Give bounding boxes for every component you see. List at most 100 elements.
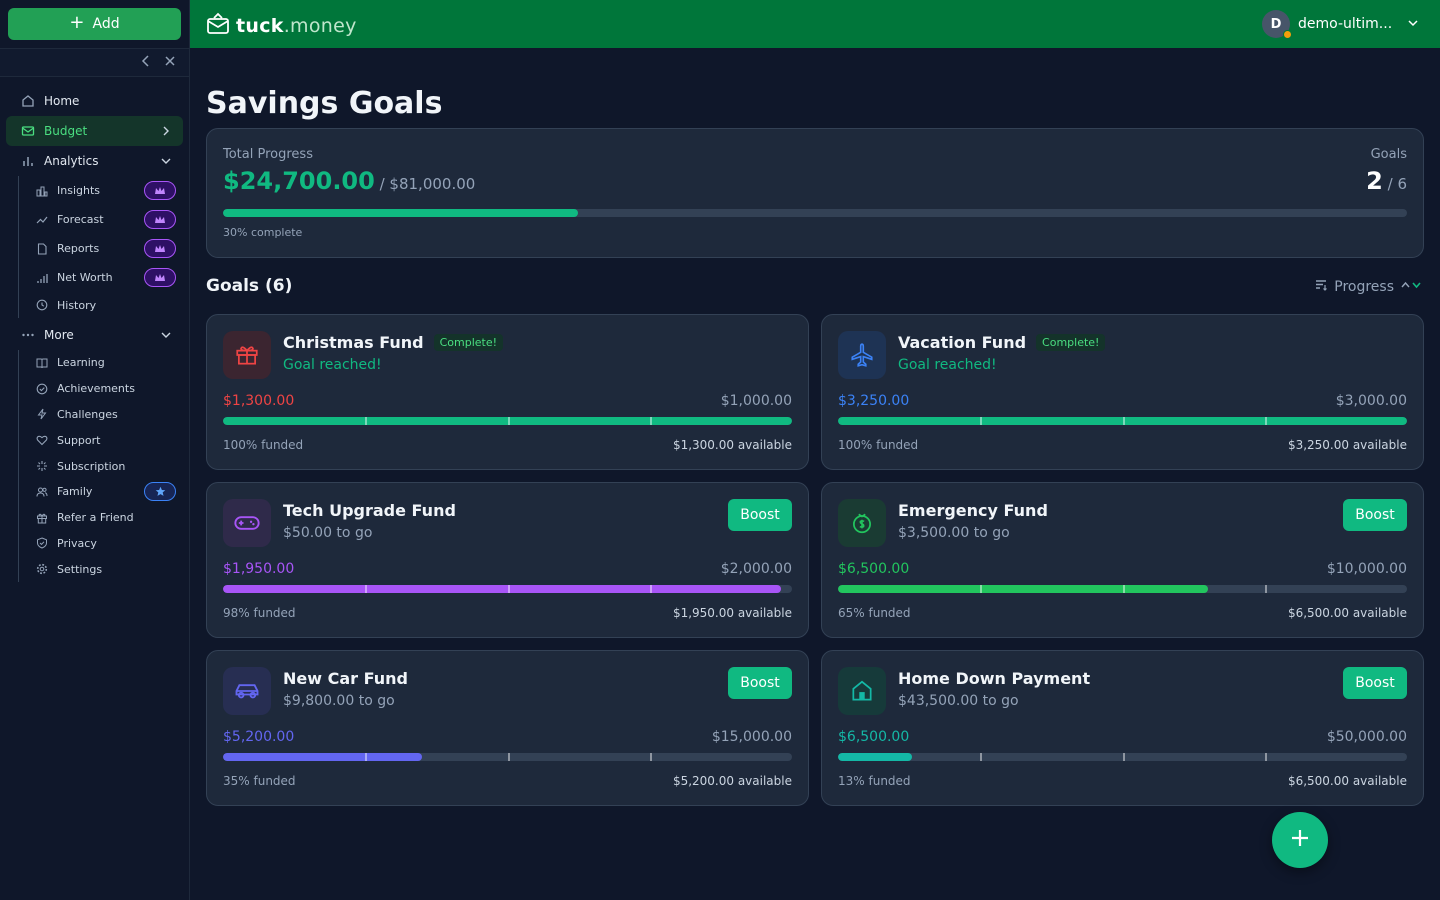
boost-button[interactable]: Boost	[728, 499, 792, 531]
add-button[interactable]: + Add	[8, 8, 181, 40]
envelope-logo-icon	[206, 12, 230, 40]
sidebar-item-net-worth[interactable]: Net Worth	[19, 263, 189, 292]
status-badge: Complete!	[1036, 334, 1106, 351]
sidebar-item-support[interactable]: Support	[19, 427, 189, 453]
sort-dropdown[interactable]: Progress	[1314, 278, 1422, 296]
chevron-down-icon	[159, 328, 173, 342]
sidebar-item-insights[interactable]: Insights	[19, 176, 189, 205]
goal-target-amount: $15,000.00	[711, 729, 792, 745]
close-icon[interactable]	[163, 55, 177, 71]
goal-current-amount: $3,250.00	[838, 393, 910, 409]
logo[interactable]: tuck.money	[206, 12, 357, 40]
total-progress-label: Total Progress	[223, 147, 313, 162]
envelope-icon	[20, 123, 36, 139]
sidebar-item-home[interactable]: Home	[6, 86, 183, 116]
gift-icon	[35, 511, 49, 525]
crown-icon	[144, 268, 176, 287]
sidebar-item-history[interactable]: History	[19, 292, 189, 318]
chevron-down-icon	[159, 154, 173, 168]
crown-icon	[144, 239, 176, 258]
sidebar-item-analytics[interactable]: Analytics	[6, 146, 183, 176]
sidebar-item-reports[interactable]: Reports	[19, 234, 189, 263]
goal-progress-fill	[838, 753, 912, 761]
goal-name-text: Christmas Fund	[283, 333, 424, 352]
progress-milestone-tick	[980, 585, 983, 593]
sidebar-item-forecast[interactable]: Forecast	[19, 205, 189, 234]
goal-current-amount: $1,300.00	[223, 393, 295, 409]
sidebar-item-privacy[interactable]: Privacy	[19, 531, 189, 557]
goal-card[interactable]: Home Down Payment $43,500.00 to go Boost…	[821, 650, 1424, 806]
goal-target-amount: $3,000.00	[1335, 393, 1407, 409]
sidebar-item-label: Refer a Friend	[57, 511, 134, 525]
progress-milestone-tick	[649, 753, 652, 761]
goal-funded-percent: 65% funded	[838, 606, 911, 620]
sidebar-item-budget[interactable]: Budget	[6, 116, 183, 146]
progress-milestone-tick	[1122, 585, 1125, 593]
sidebar-item-label: Insights	[57, 184, 101, 197]
goal-progress-bar	[838, 585, 1407, 593]
more-dots-icon	[20, 327, 36, 343]
sidebar-item-label: More	[44, 328, 74, 342]
chevron-left-icon[interactable]	[139, 55, 153, 71]
sidebar-item-subscription[interactable]: Subscription	[19, 453, 189, 479]
goal-progress-fill	[838, 585, 1208, 593]
goal-available: $1,950.00 available	[672, 606, 792, 620]
sidebar-item-label: Family	[57, 485, 93, 499]
users-icon	[35, 485, 49, 499]
total-saved: $24,700.00	[223, 167, 375, 195]
sort-direction-icon	[1400, 279, 1422, 295]
progress-milestone-tick	[1264, 753, 1267, 761]
total-progress-fill	[223, 209, 579, 217]
status-dot	[1283, 30, 1292, 39]
check-circle-icon	[35, 382, 49, 396]
logo-bold: tuck	[236, 15, 284, 37]
goal-current-amount: $1,950.00	[223, 561, 295, 577]
goal-name: Vacation Fund Complete!	[898, 333, 1106, 352]
sidebar-item-family[interactable]: Family	[19, 479, 189, 505]
sidebar-item-refer-a-friend[interactable]: Refer a Friend	[19, 505, 189, 531]
progress-milestone-tick	[980, 753, 983, 761]
goal-card[interactable]: New Car Fund $9,800.00 to go Boost $5,20…	[206, 650, 809, 806]
bar-chart-icon	[20, 153, 36, 169]
goal-subtitle: $50.00 to go	[283, 525, 373, 541]
goal-card[interactable]: Tech Upgrade Fund $50.00 to go Boost $1,…	[206, 482, 809, 638]
airplane-icon	[838, 331, 886, 379]
goal-current-amount: $6,500.00	[838, 729, 910, 745]
user-menu[interactable]: D demo-ultim...	[1262, 10, 1420, 39]
more-submenu: Learning Achievements Challenges Support…	[18, 350, 189, 583]
sidebar-item-challenges[interactable]: Challenges	[19, 402, 189, 428]
goal-funded-percent: 13% funded	[838, 774, 911, 788]
goal-available: $1,300.00 available	[672, 438, 792, 452]
crown-icon	[144, 181, 176, 200]
boost-button[interactable]: Boost	[1343, 499, 1407, 531]
progress-milestone-tick	[507, 585, 510, 593]
goal-funded-percent: 98% funded	[223, 606, 296, 620]
analytics-submenu: Insights Forecast Reports Net Worth Hist	[18, 176, 189, 318]
sidebar-item-settings[interactable]: Settings	[19, 556, 189, 582]
goal-progress-bar	[223, 585, 792, 593]
boost-button[interactable]: Boost	[728, 667, 792, 699]
boost-button[interactable]: Boost	[1343, 667, 1407, 699]
goal-available: $5,200.00 available	[672, 774, 792, 788]
sidebar-item-achievements[interactable]: Achievements	[19, 376, 189, 402]
goal-available: $3,250.00 available	[1287, 438, 1407, 452]
goal-card[interactable]: Christmas Fund Complete! Goal reached! $1…	[206, 314, 809, 470]
sidebar-item-label: Budget	[44, 124, 88, 138]
avatar: D	[1262, 10, 1292, 39]
progress-milestone-tick	[365, 585, 368, 593]
bolt-icon	[35, 407, 49, 421]
add-goal-button[interactable]	[1272, 812, 1328, 868]
goal-progress-bar	[223, 417, 792, 425]
goal-name: Emergency Fund	[898, 501, 1048, 520]
sidebar-item-label: Challenges	[57, 407, 118, 421]
goal-card[interactable]: Vacation Fund Complete! Goal reached! $3,…	[821, 314, 1424, 470]
chevron-right-icon	[159, 124, 173, 138]
sparkle-icon	[35, 459, 49, 473]
sidebar-item-label: Home	[44, 94, 80, 108]
goal-name: Christmas Fund Complete!	[283, 333, 504, 352]
house-icon	[838, 667, 886, 715]
sidebar-item-more[interactable]: More	[6, 320, 183, 350]
sidebar-item-learning[interactable]: Learning	[19, 350, 189, 376]
progress-milestone-tick	[507, 753, 510, 761]
goal-card[interactable]: Emergency Fund $3,500.00 to go Boost $6,…	[821, 482, 1424, 638]
